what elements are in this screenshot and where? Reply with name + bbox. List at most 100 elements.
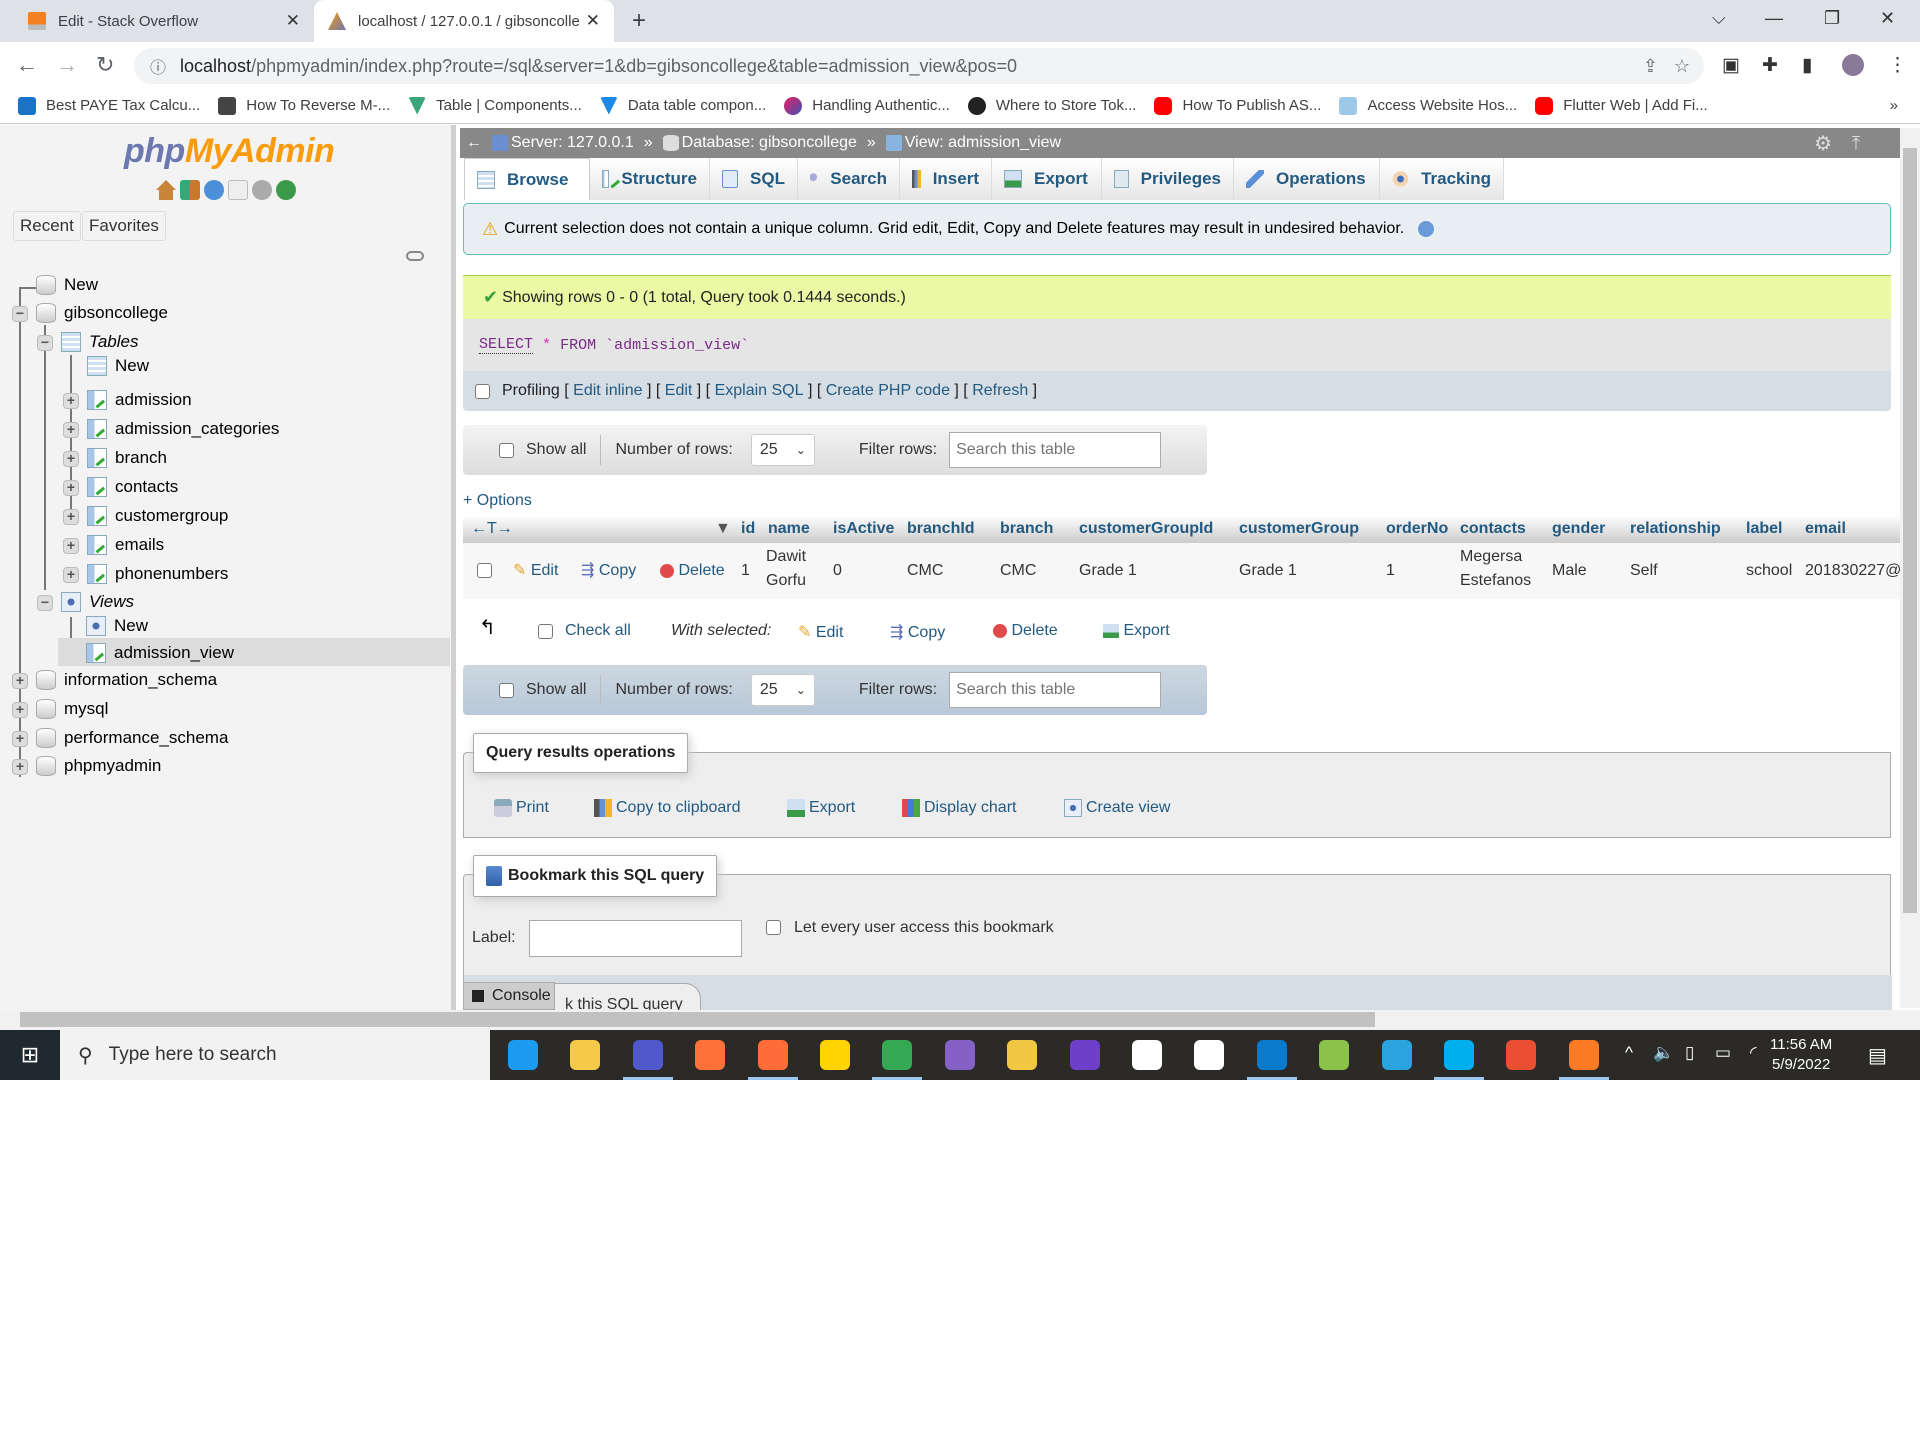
bookmark-label-input[interactable] — [529, 920, 742, 957]
docker-app-icon[interactable] — [508, 1040, 538, 1070]
horizontal-scrollbar-thumb[interactable] — [20, 1012, 1375, 1027]
cell-name[interactable]: Dawit Gorfu — [766, 545, 806, 593]
display-chart-button[interactable]: Display chart — [902, 799, 1016, 817]
taskbar-search[interactable]: ⚲ Type here to search — [60, 1030, 490, 1080]
file-explorer-app-icon[interactable] — [570, 1040, 601, 1070]
cell-relationship[interactable]: Self — [1630, 559, 1658, 583]
row-checkbox[interactable] — [477, 563, 492, 578]
close-tab-icon[interactable]: ✕ — [286, 11, 300, 31]
column-header[interactable]: contacts — [1460, 520, 1526, 538]
cell-customergroup[interactable]: Grade 1 — [1239, 559, 1297, 583]
column-header[interactable]: name — [768, 520, 810, 538]
favorites-tab[interactable]: Favorites — [82, 211, 166, 241]
help-icon[interactable] — [1418, 221, 1435, 237]
expand-icon[interactable]: + — [12, 673, 28, 689]
tree-views-group[interactable]: Views — [61, 592, 134, 612]
create-view-button[interactable]: Create view — [1064, 799, 1170, 817]
postman-app-icon[interactable] — [757, 1040, 788, 1070]
explain-sql-link[interactable]: Explain SQL — [715, 382, 804, 400]
docs-icon[interactable] — [228, 180, 248, 200]
bookmark-star-icon[interactable]: ☆ — [1674, 56, 1690, 77]
chrome-app-icon[interactable] — [882, 1040, 913, 1070]
browser-tab-phpmyadmin[interactable]: localhost / 127.0.0.1 / gibsoncolle ✕ — [314, 0, 614, 42]
profile-avatar[interactable] — [1842, 54, 1864, 76]
xampp-app-icon[interactable] — [1568, 1040, 1599, 1070]
options-link[interactable]: + Options — [463, 492, 532, 510]
column-header[interactable]: gender — [1552, 520, 1605, 538]
new-tab-button[interactable]: + — [618, 0, 660, 42]
tray-overflow-icon[interactable]: ^ — [1625, 1043, 1633, 1063]
row-delete-button[interactable]: Delete — [660, 559, 725, 583]
recent-tab[interactable]: Recent — [13, 211, 81, 241]
sql-query-display[interactable]: SELECT * FROM `admission_view` — [463, 319, 1891, 371]
expand-icon[interactable]: + — [63, 393, 79, 409]
expand-icon[interactable]: + — [12, 702, 28, 718]
collapse-icon[interactable]: − — [37, 335, 53, 351]
info-icon[interactable]: ⓘ — [150, 54, 166, 78]
start-button[interactable]: ⊞ — [0, 1030, 60, 1080]
expand-icon[interactable]: + — [63, 567, 79, 583]
tab-privileges[interactable]: Privileges — [1102, 158, 1234, 200]
tab-export[interactable]: Export — [992, 158, 1102, 200]
rows-per-page-select[interactable]: 25 ⌄ — [750, 674, 815, 706]
filter-rows-input[interactable] — [949, 432, 1162, 468]
column-header[interactable]: customerGroup — [1239, 520, 1359, 538]
restore-icon[interactable]: ❐ — [1824, 8, 1840, 29]
column-header[interactable]: relationship — [1630, 520, 1721, 538]
collapse-sidebar-icon[interactable]: ← — [466, 134, 482, 152]
breadcrumb-server[interactable]: Server: 127.0.0.1 — [492, 134, 634, 152]
sticky-notes-app-icon[interactable] — [820, 1040, 850, 1070]
breadcrumb-database[interactable]: Database: gibsoncollege — [662, 134, 857, 152]
notifications-icon[interactable]: ▤ — [1868, 1043, 1887, 1068]
tree-db-performance-schema[interactable]: performance_schema — [36, 728, 228, 748]
row-copy-button[interactable]: ⇶ Copy — [581, 559, 636, 583]
expand-icon[interactable]: + — [63, 480, 79, 496]
minimize-icon[interactable]: — — [1765, 8, 1783, 29]
tab-insert[interactable]: Insert — [900, 158, 992, 200]
edit-link[interactable]: Edit — [665, 382, 693, 400]
taskbar-clock[interactable]: 11:56 AM 5/9/2022 — [1770, 1035, 1832, 1075]
extensions-icon[interactable]: ✚ — [1762, 54, 1778, 77]
tab-sql[interactable]: SQL — [710, 158, 798, 200]
volume-icon[interactable]: 🔈 — [1653, 1043, 1674, 1063]
tree-tables-group[interactable]: Tables — [61, 332, 138, 352]
git-app-icon[interactable] — [1506, 1040, 1537, 1070]
rows-per-page-select[interactable]: 25 ⌄ — [750, 434, 815, 466]
tree-table-emails[interactable]: emails — [87, 535, 164, 555]
filter-rows-input[interactable] — [949, 672, 1162, 708]
side-panel-icon[interactable]: ▮ — [1802, 54, 1812, 77]
reload-icon[interactable]: ↻ — [96, 52, 114, 78]
android-studio-app-icon[interactable] — [1132, 1040, 1162, 1070]
vertical-scrollbar-thumb[interactable] — [1903, 148, 1917, 913]
tree-db-mysql[interactable]: mysql — [36, 699, 108, 719]
bookmark[interactable]: Flutter Web | Add Fi... — [1535, 96, 1708, 115]
bulk-copy-button[interactable]: ⇶ Copy — [890, 622, 945, 642]
collapse-icon[interactable]: − — [12, 306, 28, 322]
tree-db-gibsoncollege[interactable]: gibsoncollege — [36, 303, 168, 323]
cell-id[interactable]: 1 — [741, 559, 750, 583]
expand-icon[interactable]: + — [63, 422, 79, 438]
bookmark[interactable]: Data table compon... — [599, 96, 766, 115]
bookmark[interactable]: How To Publish AS... — [1154, 96, 1321, 115]
tree-db-phpmyadmin[interactable]: phpmyadmin — [36, 756, 161, 776]
link-with-main-icon[interactable] — [406, 251, 424, 261]
row-edit-button[interactable]: ✎ Edit — [513, 559, 558, 583]
back-icon[interactable]: ← — [16, 52, 38, 78]
logout-icon[interactable] — [180, 180, 200, 200]
close-tab-icon[interactable]: ✕ — [586, 11, 600, 31]
firefox-app-icon[interactable] — [695, 1040, 726, 1070]
camera-icon[interactable]: ▯ — [1685, 1043, 1694, 1063]
expand-icon[interactable]: + — [12, 731, 28, 747]
bookmarks-overflow-icon[interactable]: » — [1890, 97, 1898, 114]
breadcrumb-view[interactable]: View: admission_view — [885, 134, 1061, 152]
share-icon[interactable]: ⇪ — [1643, 56, 1658, 77]
console-toggle[interactable]: Console — [463, 982, 555, 1010]
tree-new-database[interactable]: New — [36, 275, 98, 295]
tree-db-information-schema[interactable]: information_schema — [36, 670, 217, 690]
page-settings-icon[interactable]: ⚙ — [1814, 131, 1832, 156]
scroll-to-top-icon[interactable]: ⤒ — [1852, 133, 1860, 154]
teams-app-icon[interactable] — [632, 1040, 663, 1070]
show-all-checkbox[interactable] — [499, 442, 514, 458]
tree-table-phonenumbers[interactable]: phonenumbers — [87, 564, 228, 584]
show-all-checkbox[interactable] — [499, 682, 514, 698]
